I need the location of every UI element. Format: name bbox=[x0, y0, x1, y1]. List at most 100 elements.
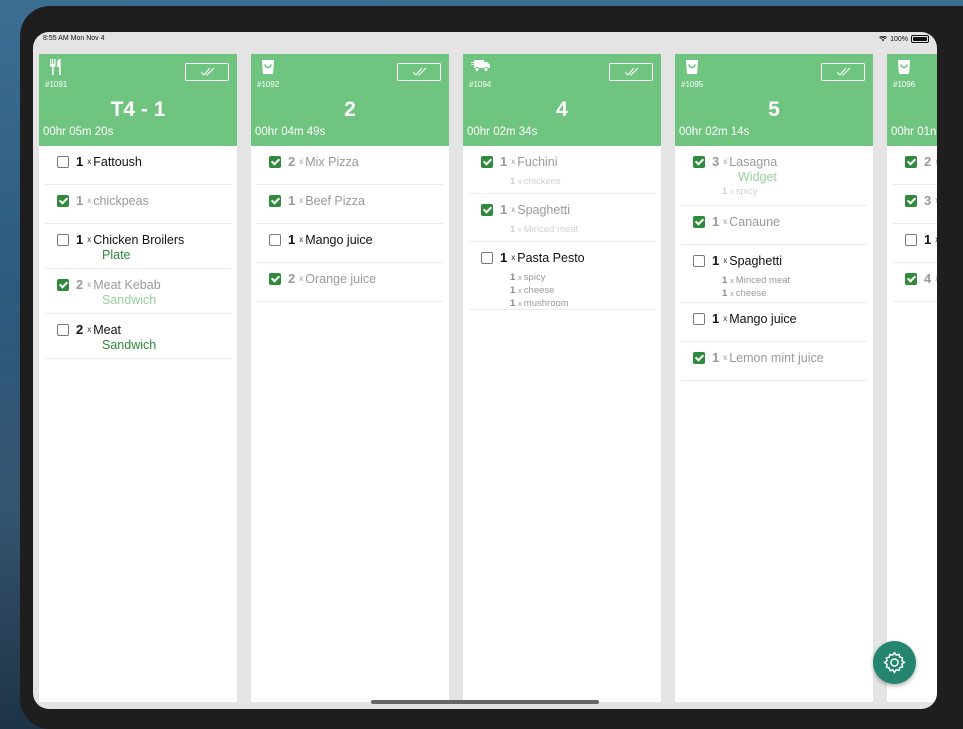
item-checkbox[interactable] bbox=[269, 155, 281, 168]
item-checkbox[interactable] bbox=[693, 312, 705, 325]
item-name: Chicken Broilers bbox=[93, 232, 185, 247]
item-checkbox[interactable] bbox=[57, 155, 69, 168]
times-sign: x bbox=[723, 217, 728, 226]
item-checkbox[interactable] bbox=[693, 254, 705, 267]
times-sign: x bbox=[511, 157, 516, 166]
order-item[interactable]: 3x bbox=[893, 185, 937, 224]
double-check-icon bbox=[836, 67, 851, 76]
item-checkbox[interactable] bbox=[57, 323, 69, 336]
order-item[interactable]: 1 x Spaghetti 1 x Minced meat 1 x cheese bbox=[681, 245, 867, 303]
order-items: 1 x Fuchini 1 x chickens 1 x Spaghetti 1 x Minced m… bbox=[469, 146, 655, 310]
item-checkbox[interactable] bbox=[481, 203, 493, 216]
order-header[interactable]: #1095 5 00hr 02m 14s bbox=[675, 54, 873, 146]
times-sign: x bbox=[511, 253, 516, 262]
item-name: Canaune bbox=[729, 214, 780, 229]
order-header[interactable]: #1091 T4 - 1 00hr 05m 20s bbox=[39, 54, 237, 146]
status-time: 8:55 AM Mon Nov 4 bbox=[43, 35, 105, 42]
order-item[interactable]: 2 x Mix Pizza bbox=[257, 146, 443, 185]
item-checkbox[interactable] bbox=[905, 233, 917, 246]
mark-order-done-button[interactable] bbox=[185, 63, 229, 81]
item-name: Meat bbox=[93, 322, 122, 337]
order-item[interactable]: 1 x Lemon mint juice bbox=[681, 342, 867, 381]
modifier-name: cheese bbox=[735, 288, 767, 299]
order-item[interactable]: 1x bbox=[893, 224, 937, 263]
item-checkbox[interactable] bbox=[693, 351, 705, 364]
times-sign: x bbox=[87, 280, 92, 289]
order-item[interactable]: 1 x Canaune bbox=[681, 206, 867, 245]
item-checkbox[interactable] bbox=[269, 194, 281, 207]
item-name: Spaghetti bbox=[517, 202, 571, 217]
order-item[interactable]: 1 x chickpeas bbox=[45, 185, 231, 224]
order-item[interactable]: 1 x Pasta Pesto 1 x spicy 1 x cheese 1 x mushroom bbox=[469, 242, 655, 310]
item-quantity: 4 bbox=[924, 271, 932, 286]
item-name: Mango juice bbox=[729, 311, 797, 326]
status-bar: 8:55 AM Mon Nov 4 100% bbox=[33, 32, 937, 52]
item-checkbox[interactable] bbox=[57, 278, 69, 291]
item-quantity: 1 bbox=[76, 193, 84, 208]
order-column: #109600hr 01n2x3x1x4x bbox=[887, 54, 937, 702]
item-checkbox[interactable] bbox=[269, 233, 281, 246]
order-item[interactable]: 1 x Spaghetti 1 x Minced meat bbox=[469, 194, 655, 242]
item-name: Fattoush bbox=[93, 154, 142, 169]
order-item[interactable]: 3 x Lasagna Widget 1 x spicy bbox=[681, 146, 867, 206]
modifier: 1 x Minced meat bbox=[510, 224, 579, 235]
item-checkbox[interactable] bbox=[481, 251, 493, 264]
item-checkbox[interactable] bbox=[905, 194, 917, 207]
modifier-quantity: 1 bbox=[722, 275, 728, 286]
times-sign: x bbox=[87, 235, 92, 244]
order-items: 2 x Mix Pizza 1 x Beef Pizza 1 x Mango juice 2 x Or… bbox=[257, 146, 443, 302]
modifier-name: mushroom bbox=[523, 298, 569, 309]
item-note: Widget bbox=[738, 170, 777, 184]
order-timer: 00hr 02m 14s bbox=[679, 126, 750, 138]
item-checkbox[interactable] bbox=[905, 155, 917, 168]
order-header[interactable]: #1094 4 00hr 02m 34s bbox=[463, 54, 661, 146]
item-checkbox[interactable] bbox=[693, 215, 705, 228]
item-quantity: 1 bbox=[712, 214, 720, 229]
item-name: Lasagna bbox=[729, 154, 778, 169]
order-item[interactable]: 2 x Meat Sandwich bbox=[45, 314, 231, 359]
mark-order-done-button[interactable] bbox=[821, 63, 865, 81]
order-item[interactable]: 1 x Fattoush bbox=[45, 146, 231, 185]
settings-button[interactable] bbox=[873, 641, 916, 684]
times-sign: x bbox=[299, 157, 304, 166]
order-item[interactable]: 1 x Mango juice bbox=[257, 224, 443, 263]
item-quantity: 1 bbox=[288, 232, 296, 247]
item-checkbox[interactable] bbox=[693, 155, 705, 168]
item-checkbox[interactable] bbox=[57, 194, 69, 207]
cutlery-icon bbox=[47, 58, 65, 76]
order-item[interactable]: 1 x Chicken Broilers Plate bbox=[45, 224, 231, 269]
item-name: Lemon mint juice bbox=[729, 350, 824, 365]
order-timer: 00hr 04m 49s bbox=[255, 126, 326, 138]
order-item[interactable]: 4x bbox=[893, 263, 937, 302]
modifier: 1 x cheese bbox=[510, 285, 555, 296]
item-checkbox[interactable] bbox=[57, 233, 69, 246]
item-note: Plate bbox=[102, 248, 131, 262]
item-quantity: 3 bbox=[924, 193, 932, 208]
order-item[interactable]: 2 x Orange juice bbox=[257, 263, 443, 302]
order-item[interactable]: 2x bbox=[893, 146, 937, 185]
item-checkbox[interactable] bbox=[269, 272, 281, 285]
mark-order-done-button[interactable] bbox=[397, 63, 441, 81]
item-checkbox[interactable] bbox=[481, 155, 493, 168]
order-item[interactable]: 2 x Meat Kebab Sandwich bbox=[45, 269, 231, 314]
modifier-name: spicy bbox=[523, 272, 546, 283]
order-item[interactable]: 1 x Beef Pizza bbox=[257, 185, 443, 224]
modifier-quantity: 1 bbox=[722, 186, 728, 197]
item-checkbox[interactable] bbox=[905, 272, 917, 285]
battery-percent: 100% bbox=[890, 35, 908, 43]
times-sign: x bbox=[299, 196, 304, 205]
item-name: Fuchini bbox=[517, 154, 558, 169]
item-modifiers: 1 x Minced meat 1 x cheese bbox=[722, 275, 790, 301]
times-sign: x bbox=[723, 353, 728, 362]
battery-icon bbox=[911, 35, 929, 43]
mark-order-done-button[interactable] bbox=[609, 63, 653, 81]
modifier-quantity: 1 bbox=[510, 298, 516, 309]
order-header[interactable]: #1096 00hr 01n bbox=[887, 54, 937, 146]
item-name: Orange juice bbox=[305, 271, 377, 286]
item-modifiers: 1 x spicy bbox=[722, 186, 757, 199]
order-items: 3 x Lasagna Widget 1 x spicy 1 x Canaune 1 x Spaghet… bbox=[681, 146, 867, 381]
order-item[interactable]: 1 x Fuchini 1 x chickens bbox=[469, 146, 655, 194]
order-header[interactable]: #1092 2 00hr 04m 49s bbox=[251, 54, 449, 146]
kitchen-display-screen: 8:55 AM Mon Nov 4 100% #1091 T4 - 1 00hr 0… bbox=[33, 32, 937, 709]
order-item[interactable]: 1 x Mango juice bbox=[681, 303, 867, 342]
